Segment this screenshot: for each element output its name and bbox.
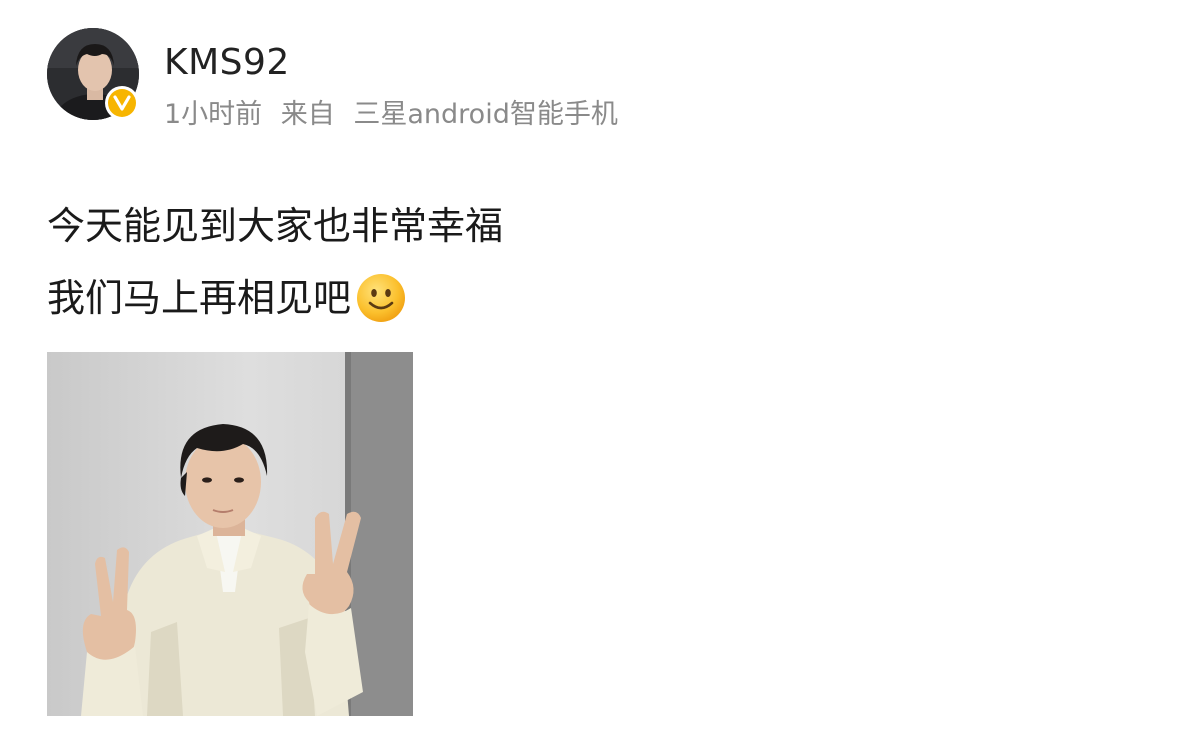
post-text-line: 今天能见到大家也非常幸福	[47, 190, 503, 262]
post-meta: 1小时前 来自 三星android智能手机	[164, 96, 618, 134]
post-text-line: 我们马上再相见吧	[47, 262, 503, 334]
post-content: 今天能见到大家也非常幸福 我们马上再相见吧	[47, 190, 503, 334]
post-image[interactable]	[47, 352, 413, 716]
source-prefix: 来自	[280, 99, 335, 130]
post-text-line-1: 今天能见到大家也非常幸福	[47, 204, 504, 248]
post-source[interactable]: 三星android智能手机	[353, 99, 617, 130]
smile-emoji-icon	[355, 272, 407, 324]
username[interactable]: KMS92	[164, 40, 290, 86]
post-time: 1小时前	[164, 99, 263, 130]
verified-badge-icon	[105, 86, 139, 120]
weibo-post: KMS92 1小时前 来自 三星android智能手机 今天能见到大家也非常幸福…	[0, 0, 1200, 749]
post-text-line-2: 我们马上再相见吧	[47, 276, 352, 320]
